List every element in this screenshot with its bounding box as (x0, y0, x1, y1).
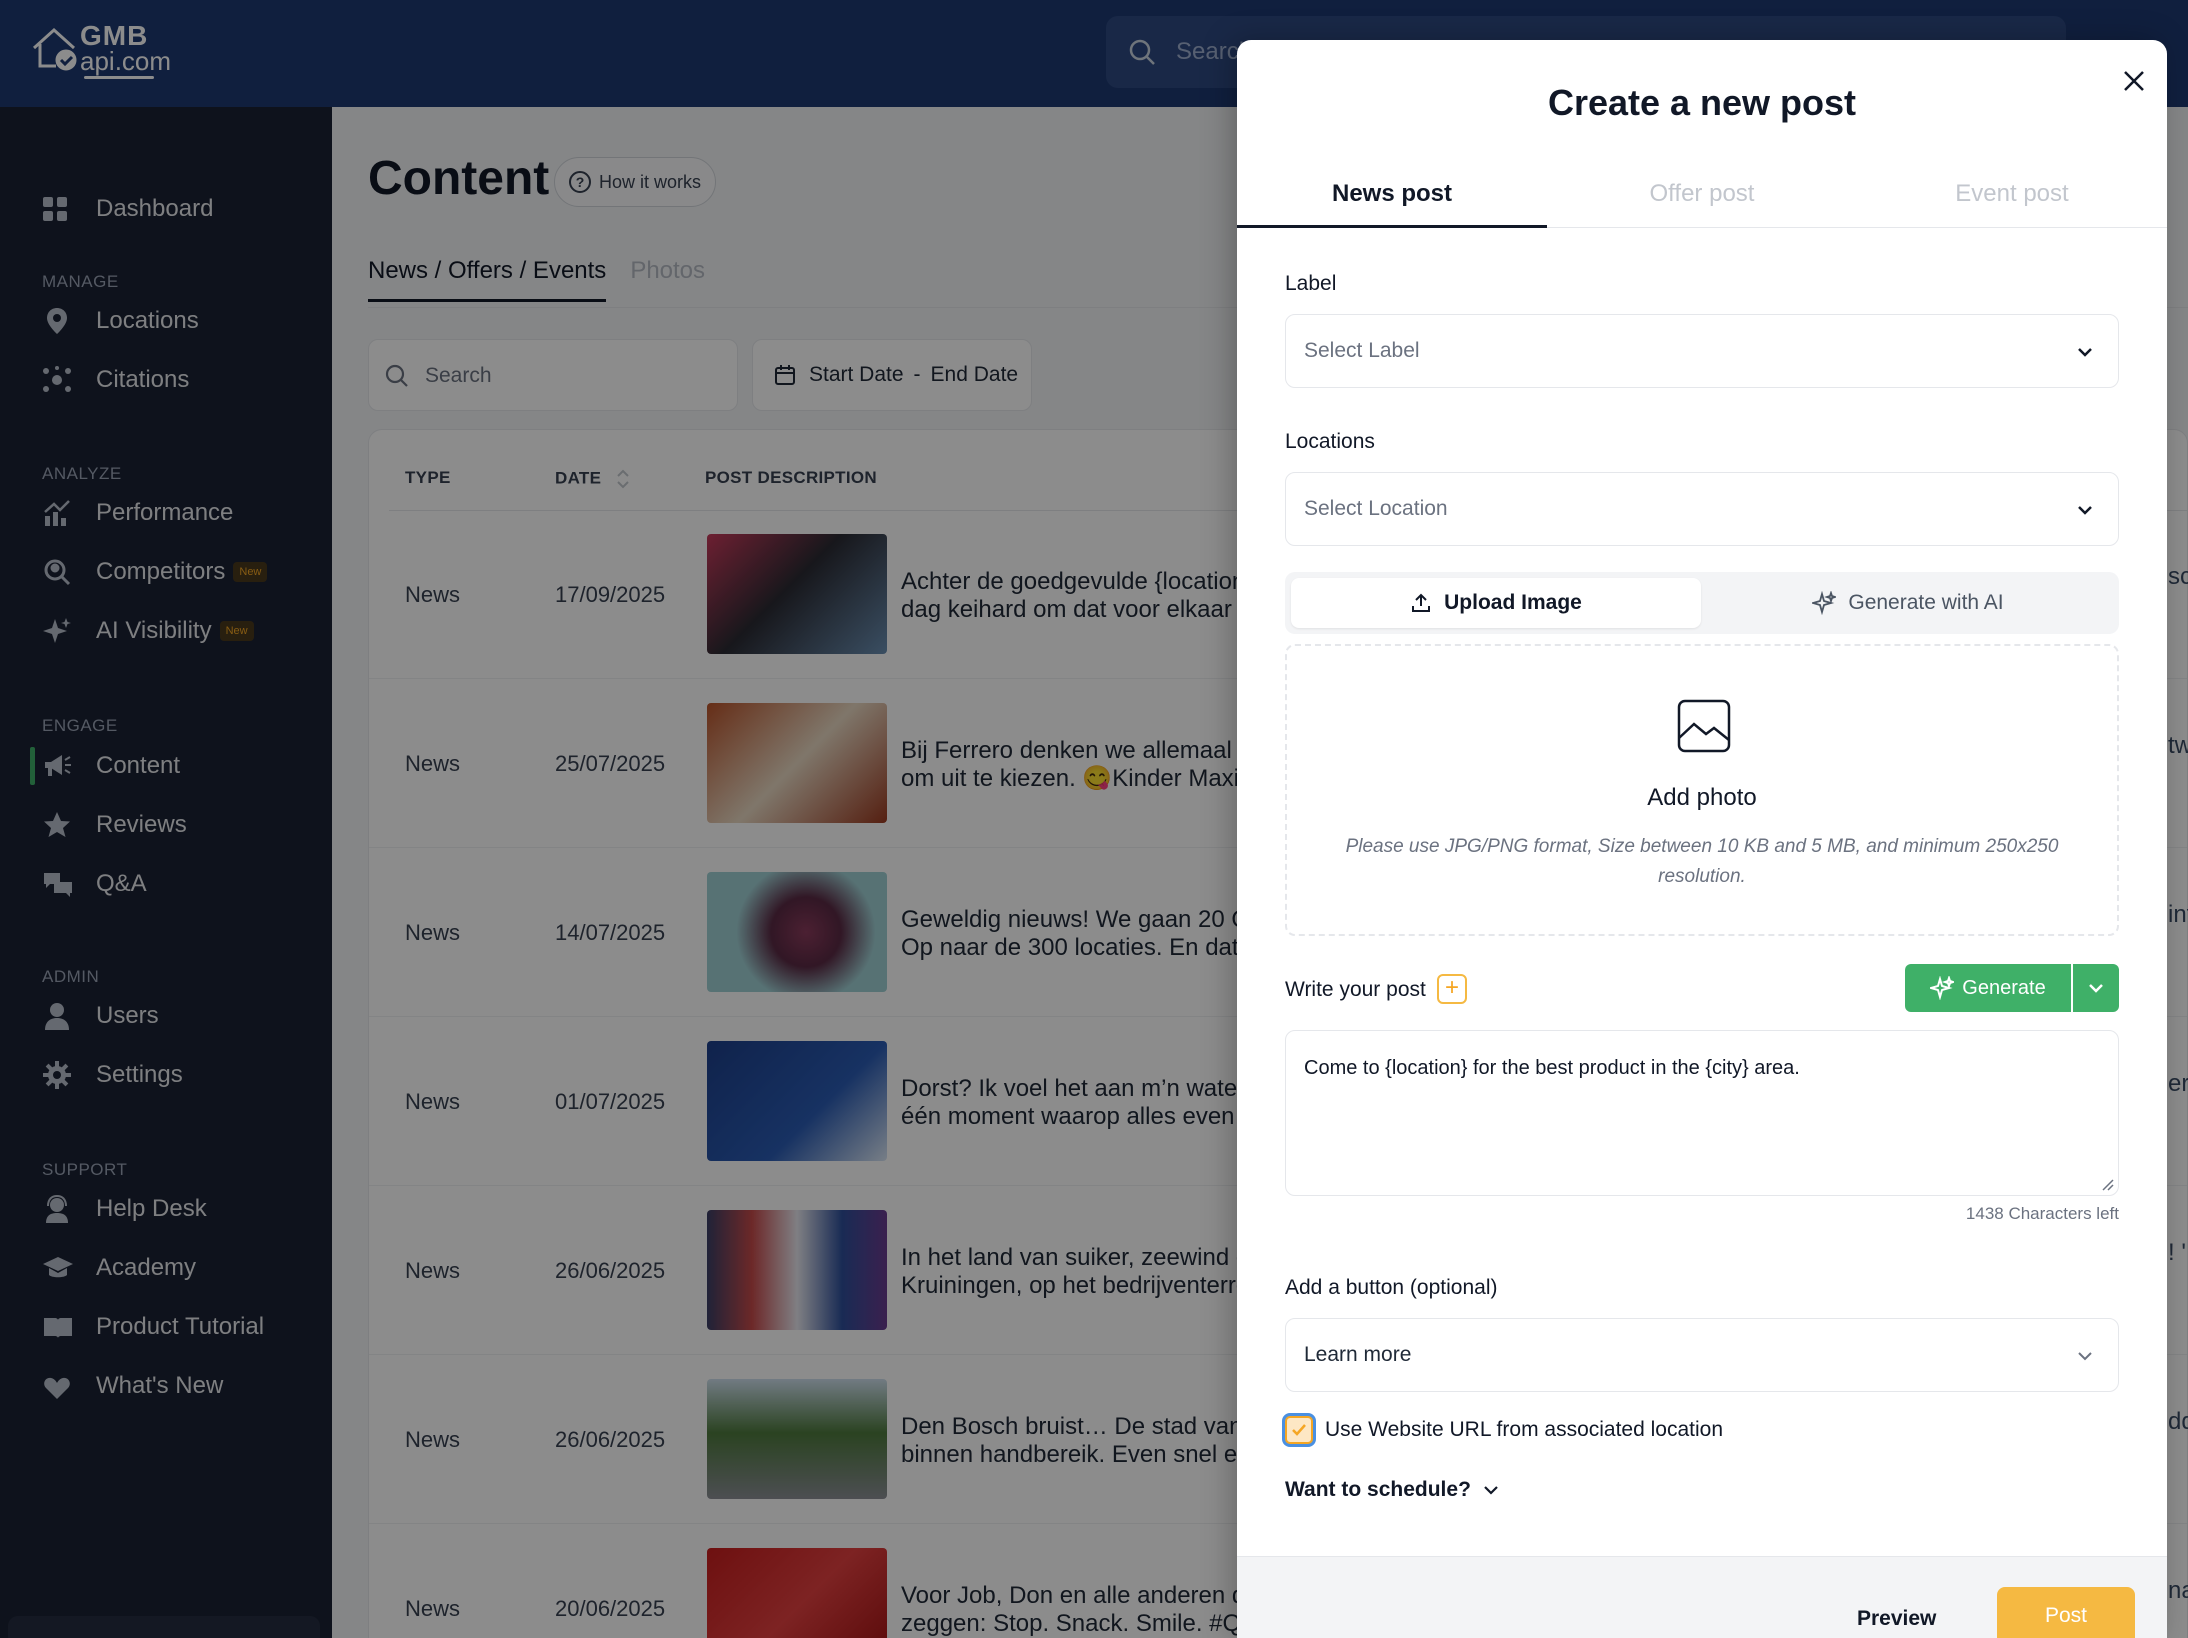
close-button[interactable] (2117, 64, 2151, 98)
close-icon (2124, 71, 2144, 91)
image-source-toggle: Upload Image Generate with AI (1285, 572, 2119, 634)
upload-icon (1412, 593, 1431, 612)
insert-variable-button[interactable]: + (1437, 974, 1467, 1004)
generate-label: Generate (1962, 976, 2046, 999)
chevron-down-icon (2078, 1352, 2092, 1361)
row-edge-text: sc (2168, 563, 2188, 590)
row-edge-text: int (2168, 901, 2188, 928)
photo-requirements-hint: Please use JPG/PNG format, Size between … (1345, 836, 2059, 887)
label-select[interactable]: Select Label (1285, 314, 2119, 388)
post-button[interactable]: Post (1997, 1587, 2135, 1638)
use-website-url-label: Use Website URL from associated location (1325, 1418, 1724, 1441)
post-type-tabs: News post Offer post Event post (1237, 170, 2167, 228)
row-edge-text: dde (2168, 1408, 2188, 1435)
sparkle-icon (1812, 591, 1837, 615)
sparkle-icon (1930, 976, 1955, 1000)
row-edge-text: na (2168, 1577, 2188, 1604)
post-text-value: Come to {location} for the best product … (1304, 1057, 1800, 1079)
schedule-toggle[interactable]: Want to schedule? (1285, 1478, 1501, 1502)
characters-left: 1438 Characters left (1965, 1204, 2119, 1223)
create-post-modal: Create a new post News post Offer post E… (1237, 40, 2167, 1638)
tab-offer-post[interactable]: Offer post (1547, 170, 1857, 227)
generate-button[interactable]: Generate (1905, 964, 2071, 1012)
button-type-value: Learn more (1304, 1343, 1412, 1366)
chevron-down-icon (1484, 1486, 1498, 1495)
locations-field-label: Locations (1285, 430, 1375, 453)
resize-handle-icon[interactable] (2098, 1175, 2114, 1191)
photo-dropzone[interactable]: Add photo Please use JPG/PNG format, Siz… (1285, 644, 2119, 936)
modal-footer: Preview Post (1237, 1556, 2167, 1638)
preview-button[interactable]: Preview (1857, 1607, 1936, 1631)
button-type-select[interactable]: Learn more (1285, 1318, 2119, 1392)
tab-news-post[interactable]: News post (1237, 170, 1547, 228)
generate-options-button[interactable] (2073, 964, 2119, 1012)
row-edge-text: er (2168, 1070, 2188, 1097)
row-edge-text: tw (2168, 732, 2188, 759)
write-post-label: Write your post (1285, 978, 1426, 1001)
chevron-down-icon (2078, 506, 2092, 515)
label-field-label: Label (1285, 272, 1337, 295)
checkmark-icon (1292, 1424, 1306, 1436)
button-field-label: Add a button (optional) (1285, 1276, 1498, 1299)
modal-title: Create a new post (1547, 82, 1857, 123)
chevron-down-icon (2089, 984, 2103, 993)
row-edge-text: ! ' (2168, 1239, 2186, 1266)
chevron-down-icon (2078, 348, 2092, 357)
write-post-row: Write your post + Generate (1285, 964, 2119, 1014)
upload-image-label: Upload Image (1444, 591, 1582, 614)
use-website-url-row: Use Website URL from associated location (1285, 1416, 1723, 1444)
label-select-value: Select Label (1304, 339, 1420, 362)
generate-ai-button[interactable]: Generate with AI (1703, 578, 2113, 628)
add-photo-title: Add photo (1647, 784, 1757, 811)
use-website-url-checkbox[interactable] (1285, 1416, 1313, 1444)
tab-event-post[interactable]: Event post (1857, 170, 2167, 227)
schedule-label: Want to schedule? (1285, 1478, 1471, 1501)
post-text-area[interactable]: Come to {location} for the best product … (1285, 1030, 2119, 1196)
location-select-value: Select Location (1304, 497, 1448, 520)
generate-ai-label: Generate with AI (1848, 591, 2004, 614)
location-select[interactable]: Select Location (1285, 472, 2119, 546)
image-icon (1677, 699, 1731, 753)
upload-image-button[interactable]: Upload Image (1291, 578, 1701, 628)
